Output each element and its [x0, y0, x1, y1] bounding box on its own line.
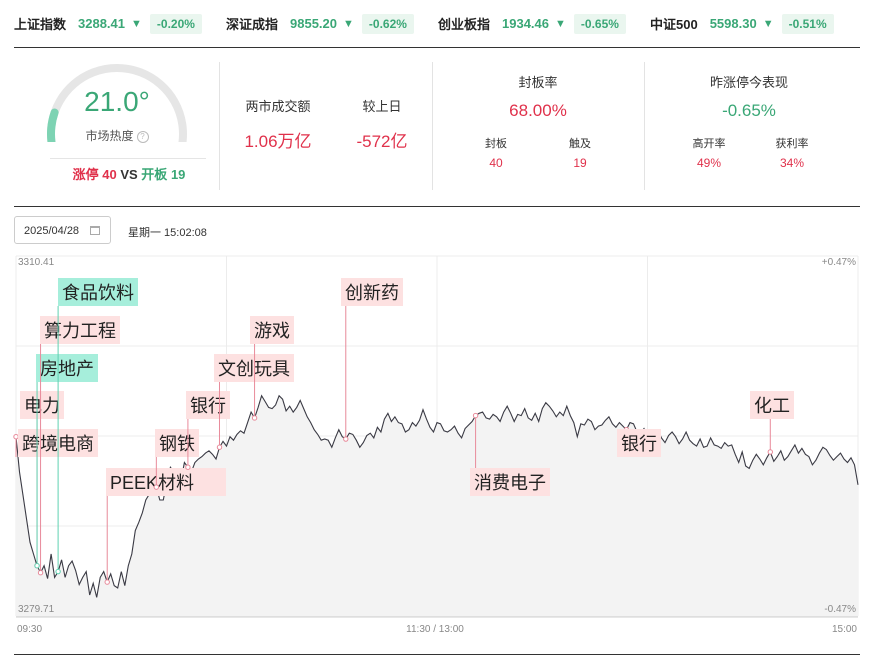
ticker-item[interactable]: 上证指数 3288.41 ▼ -0.20%	[14, 13, 202, 34]
index-ticker-bar: 上证指数 3288.41 ▼ -0.20% 深证成指 9855.20 ▼ -0.…	[14, 0, 860, 48]
sealed-label: 封板	[485, 138, 507, 150]
down-arrow-icon: ▼	[343, 17, 354, 30]
heat-value: 21.0°	[84, 86, 150, 117]
down-arrow-icon: ▼	[131, 17, 142, 30]
annotation-label: 消费电子	[474, 473, 546, 493]
index-name: 上证指数	[14, 17, 67, 32]
annotation-label: 创新药	[345, 283, 399, 303]
open-board-count: 19	[170, 167, 186, 182]
date-value: 2025/04/28	[24, 225, 80, 237]
yesterday-title: 昨涨停今表现	[709, 75, 788, 90]
y-max-label: 3310.41	[18, 257, 55, 268]
touched-label: 触及	[569, 138, 591, 150]
index-value: 9855.20	[290, 16, 338, 31]
date-picker[interactable]: 2025/04/28	[14, 216, 111, 244]
annotation-label: 电力	[24, 396, 60, 416]
annotation-label: 房地产	[40, 359, 94, 379]
divider	[50, 158, 206, 159]
annotation-dot	[767, 449, 773, 455]
annotation-label: 游戏	[254, 321, 290, 341]
divider	[432, 62, 433, 190]
heat-label-text: 市场热度	[85, 129, 134, 143]
annotation-dot	[216, 444, 223, 450]
limit-up-label: 涨停	[72, 167, 99, 182]
x-tick-label: 11:30 / 13:00	[406, 624, 464, 635]
index-change-badge: -0.62%	[361, 13, 414, 34]
limit-compare: 涨停 40 VS 开板 19	[44, 164, 214, 183]
turnover-label: 两市成交额	[245, 99, 311, 114]
ticker-item[interactable]: 中证500 5598.30 ▼ -0.51%	[650, 13, 834, 34]
annotation-dot	[34, 562, 40, 569]
divider	[14, 654, 860, 655]
pct-max-label: +0.47%	[822, 257, 856, 268]
annotation-dot	[37, 570, 44, 576]
annotation-label: 食品饮料	[62, 283, 134, 303]
index-name: 深证成指	[226, 17, 279, 32]
annotation-label: 钢铁	[159, 434, 195, 454]
calendar-icon	[90, 226, 100, 235]
help-icon[interactable]: ?	[136, 130, 149, 143]
sealed-value: 40	[489, 156, 503, 170]
x-tick-label: 15:00	[832, 624, 857, 635]
annotation-dot	[104, 579, 110, 585]
annotation-label: 文创玩具	[218, 359, 290, 379]
annotation-label: 银行	[190, 396, 226, 416]
annotation-dot	[13, 434, 19, 440]
down-arrow-icon: ▼	[555, 17, 566, 30]
high-open-label: 高开率	[692, 138, 726, 150]
index-value: 1934.46	[502, 16, 550, 31]
annotation-dot	[472, 412, 479, 419]
gauge-fill	[47, 108, 59, 142]
x-tick-label: 09:30	[17, 624, 42, 635]
heat-label: 市场热度?	[74, 127, 160, 144]
index-change-badge: -0.20%	[149, 13, 202, 34]
ticker-item[interactable]: 深证成指 9855.20 ▼ -0.62%	[226, 13, 414, 34]
annotation-dot	[251, 415, 258, 421]
index-change-badge: -0.65%	[573, 13, 626, 34]
annotation-label: 银行	[621, 434, 657, 454]
index-name: 中证500	[650, 17, 698, 32]
divider	[644, 62, 645, 190]
down-arrow-icon: ▼	[762, 17, 774, 30]
vs-text: VS	[120, 167, 138, 182]
turnover-value: 1.06万亿	[244, 132, 312, 151]
market-stats-panel: 21.0° 市场热度? 涨停 40 VS 开板 19 两市成交额 1.06万亿 …	[14, 48, 860, 207]
prev-day-label: 较上日	[362, 99, 402, 114]
open-board-label: 开板	[141, 167, 168, 182]
prev-day-value: -572亿	[356, 132, 408, 151]
high-open-value: 49%	[696, 156, 722, 170]
index-name: 创业板指	[438, 17, 491, 32]
seal-rate-title: 封板率	[518, 75, 558, 90]
profit-label: 获利率	[775, 138, 809, 150]
annotation-dot	[153, 484, 160, 490]
divider	[219, 62, 220, 190]
pct-min-label: -0.47%	[824, 604, 856, 615]
seal-rate-value: 68.00%	[509, 101, 567, 120]
index-value: 5598.30	[709, 16, 757, 31]
annotation-dot	[343, 436, 349, 442]
profit-value: 34%	[779, 156, 805, 170]
annotation-label: 算力工程	[44, 321, 116, 341]
annotation-label: 化工	[754, 396, 790, 416]
annotation-label: PEEK材料	[110, 473, 194, 493]
price-area	[16, 395, 858, 616]
annotation-dot	[55, 568, 61, 575]
index-value: 3288.41	[78, 16, 126, 31]
y-min-label: 3279.71	[18, 604, 55, 615]
ticker-item[interactable]: 创业板指 1934.46 ▼ -0.65%	[438, 13, 626, 34]
annotation-dot	[185, 464, 191, 470]
index-change-badge: -0.51%	[781, 13, 834, 34]
yesterday-value: -0.65%	[722, 101, 776, 120]
limit-up-count: 40	[102, 167, 117, 182]
weekday-time: 星期一 15:02:08	[128, 227, 207, 239]
intraday-chart[interactable]: 跨境电商电力房地产算力工程食品饮料PEEK材料钢铁银行文创玩具游戏创新药消费电子…	[0, 250, 876, 650]
touched-value: 19	[573, 156, 587, 170]
